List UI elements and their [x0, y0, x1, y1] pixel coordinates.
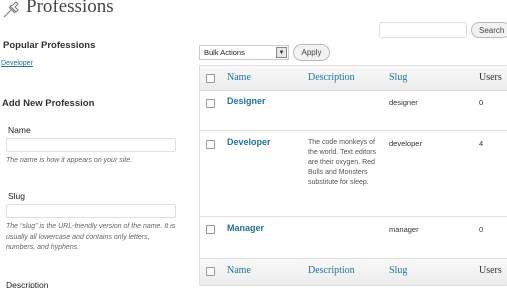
pushpin-icon	[3, 1, 19, 18]
table-row: Designer designer 0	[200, 91, 507, 131]
column-header-name[interactable]: Name	[227, 72, 251, 83]
page-header: Professions	[0, 0, 114, 20]
search-input[interactable]	[379, 22, 467, 38]
professions-table: Name Description Slug Users Designer des…	[199, 65, 507, 286]
page-title: Professions	[26, 0, 114, 17]
table-footer-row: Name Description Slug Users	[200, 259, 507, 285]
table-header-row: Name Description Slug Users	[200, 66, 507, 91]
row-checkbox[interactable]	[206, 140, 215, 149]
term-users-count[interactable]: 0	[479, 98, 483, 107]
term-slug: manager	[389, 225, 419, 234]
row-checkbox[interactable]	[206, 225, 215, 234]
column-footer-slug[interactable]: Slug	[389, 265, 407, 276]
bulk-actions-select[interactable]: Bulk Actions ▼	[199, 45, 289, 60]
description-label: Description	[6, 280, 49, 288]
select-all-checkbox[interactable]	[206, 74, 215, 83]
select-all-checkbox-footer[interactable]	[206, 267, 215, 276]
column-header-slug[interactable]: Slug	[389, 72, 407, 83]
slug-help-text: The “slug” is the URL-friendly version o…	[6, 223, 176, 251]
term-slug: developer	[389, 139, 422, 148]
name-label: Name	[8, 125, 31, 135]
column-footer-users[interactable]: Users	[479, 265, 502, 276]
add-new-profession-heading: Add New Profession	[2, 98, 95, 109]
name-help-text: The name is how it appears on your site.	[6, 157, 133, 164]
apply-button[interactable]: Apply	[293, 44, 330, 61]
row-checkbox[interactable]	[206, 99, 215, 108]
term-name-link[interactable]: Manager	[227, 223, 264, 233]
term-name-link[interactable]: Developer	[227, 137, 271, 147]
term-slug: designer	[389, 98, 418, 107]
table-row: Manager manager 0	[200, 217, 507, 259]
column-footer-description[interactable]: Description	[308, 265, 355, 276]
table-row: Developer The code monkeys of the world.…	[200, 131, 507, 217]
term-users-count[interactable]: 0	[479, 225, 483, 234]
term-users-count[interactable]: 4	[479, 139, 483, 148]
tag-cloud-link-developer[interactable]: Developer	[1, 60, 33, 67]
column-header-users[interactable]: Users	[479, 72, 502, 83]
name-input[interactable]	[6, 138, 176, 152]
column-footer-name[interactable]: Name	[227, 265, 251, 276]
slug-label: Slug	[8, 191, 26, 201]
popular-professions-heading: Popular Professions	[3, 40, 96, 51]
term-description: The code monkeys of the world. Text edit…	[308, 139, 376, 186]
column-header-description[interactable]: Description	[308, 72, 355, 83]
term-name-link[interactable]: Designer	[227, 96, 266, 106]
dropdown-arrow-icon: ▼	[276, 47, 287, 58]
slug-input[interactable]	[6, 204, 176, 218]
bulk-actions-selected: Bulk Actions	[204, 48, 245, 57]
search-button[interactable]: Search	[471, 22, 507, 38]
